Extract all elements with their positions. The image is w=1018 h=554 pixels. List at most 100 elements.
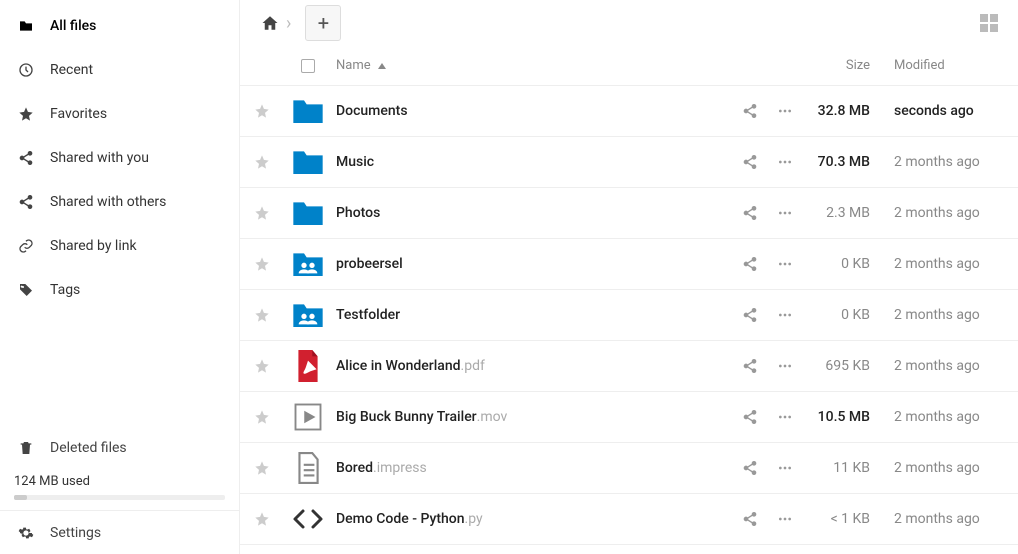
share-icon[interactable] (742, 154, 758, 170)
file-type-icon (292, 452, 324, 484)
file-name[interactable]: Alice in Wonderland.pdf (336, 358, 485, 374)
nav-item-recent[interactable]: Recent (0, 48, 239, 92)
share-icon[interactable] (742, 256, 758, 272)
more-icon[interactable] (776, 511, 794, 527)
table-row[interactable]: Demo Code - Python.py < 1 KB 2 months ago (240, 494, 1018, 545)
more-icon[interactable] (776, 205, 794, 221)
nav-item-label: Shared by link (50, 238, 137, 254)
share-icon[interactable] (742, 103, 758, 119)
file-name[interactable]: Documents (336, 103, 408, 119)
nav-settings-label: Settings (50, 525, 101, 541)
folder-icon (14, 18, 38, 34)
file-name[interactable]: Testfolder (336, 307, 400, 323)
more-icon[interactable] (776, 103, 794, 119)
file-name[interactable]: Music (336, 154, 374, 170)
new-button[interactable]: + (305, 5, 341, 41)
sort-asc-icon (377, 61, 387, 71)
column-header-name-label: Name (336, 58, 371, 73)
file-size: 11 KB (833, 460, 870, 476)
column-header-modified[interactable]: Modified (894, 58, 1004, 73)
nav-item-shared-by-link[interactable]: Shared by link (0, 224, 239, 268)
more-icon[interactable] (776, 460, 794, 476)
plus-icon: + (318, 11, 329, 35)
file-size: 10.5 MB (818, 409, 870, 425)
table-row[interactable]: Alice in Wonderland.pdf 695 KB 2 months ag… (240, 341, 1018, 392)
file-name[interactable]: Photos (336, 205, 380, 221)
file-type-icon (292, 401, 324, 433)
share-icon[interactable] (742, 460, 758, 476)
topbar: › + (240, 0, 1018, 46)
quota-block: 124 MB used (0, 468, 239, 510)
nav-item-tags[interactable]: Tags (0, 268, 239, 312)
nav-settings[interactable]: Settings (0, 510, 239, 554)
nav-item-label: Recent (50, 62, 93, 78)
favorite-star-icon[interactable] (254, 154, 270, 170)
file-type-icon (292, 299, 324, 331)
table-row[interactable]: probeersel0 KB2 months ago (240, 239, 1018, 290)
file-modified: 2 months ago (894, 460, 980, 476)
more-icon[interactable] (776, 307, 794, 323)
more-icon[interactable] (776, 256, 794, 272)
grid-cell-icon (990, 24, 998, 32)
star-icon (14, 106, 38, 122)
file-type-icon (292, 197, 324, 229)
file-name[interactable]: probeersel (336, 256, 403, 272)
sidebar: All filesRecentFavoritesShared with youS… (0, 0, 240, 554)
share-icon[interactable] (742, 205, 758, 221)
nav-item-shared-with-you[interactable]: Shared with you (0, 136, 239, 180)
table-row[interactable]: Big Buck Bunny Trailer.mov 10.5 MB 2 month… (240, 392, 1018, 443)
share-icon (14, 150, 38, 166)
table-row[interactable]: Bored.impress 11 KB 2 months ago (240, 443, 1018, 494)
link-icon (14, 238, 38, 254)
nav-item-all-files[interactable]: All files (0, 4, 239, 48)
file-modified: 2 months ago (894, 358, 980, 374)
share-icon[interactable] (742, 307, 758, 323)
favorite-star-icon[interactable] (254, 511, 270, 527)
nav-item-label: All files (50, 18, 96, 34)
main: › + Name Size Modified Documents32.8 MBs… (240, 0, 1018, 554)
file-modified: 2 months ago (894, 307, 980, 323)
view-toggle-grid[interactable] (980, 14, 998, 32)
favorite-star-icon[interactable] (254, 307, 270, 323)
table-row[interactable]: Music70.3 MB2 months ago (240, 137, 1018, 188)
more-icon[interactable] (776, 409, 794, 425)
nav-deleted-files[interactable]: Deleted files (0, 428, 239, 468)
quota-fill (14, 495, 27, 500)
file-type-icon (292, 95, 324, 127)
file-size: < 1 KB (831, 511, 870, 527)
file-name[interactable]: Bored.impress (336, 460, 427, 476)
file-modified: 2 months ago (894, 409, 980, 425)
nav-item-label: Favorites (50, 106, 107, 122)
file-type-icon (292, 350, 324, 382)
file-name[interactable]: Demo Code - Python.py (336, 511, 483, 527)
table-row[interactable]: Photos2.3 MB2 months ago (240, 188, 1018, 239)
trash-icon (14, 440, 38, 456)
select-all-checkbox[interactable] (301, 59, 315, 73)
share-icon[interactable] (742, 511, 758, 527)
breadcrumb-home[interactable] (260, 13, 280, 33)
share-icon[interactable] (742, 358, 758, 374)
favorite-star-icon[interactable] (254, 205, 270, 221)
more-icon[interactable] (776, 358, 794, 374)
file-modified: 2 months ago (894, 511, 980, 527)
nav-deleted-label: Deleted files (50, 440, 127, 456)
file-name[interactable]: Big Buck Bunny Trailer.mov (336, 409, 507, 425)
favorite-star-icon[interactable] (254, 358, 270, 374)
file-size: 32.8 MB (818, 103, 870, 119)
column-header-size[interactable]: Size (794, 58, 894, 73)
grid-cell-icon (980, 14, 988, 22)
favorite-star-icon[interactable] (254, 256, 270, 272)
table-row[interactable]: Testfolder0 KB2 months ago (240, 290, 1018, 341)
table-row[interactable]: Documents32.8 MBseconds ago (240, 86, 1018, 137)
more-icon[interactable] (776, 154, 794, 170)
nav-item-shared-with-others[interactable]: Shared with others (0, 180, 239, 224)
quota-text: 124 MB used (14, 474, 225, 489)
column-header-name[interactable]: Name (332, 58, 704, 73)
favorite-star-icon[interactable] (254, 409, 270, 425)
file-size: 695 KB (825, 358, 870, 374)
share-icon[interactable] (742, 409, 758, 425)
nav-item-favorites[interactable]: Favorites (0, 92, 239, 136)
favorite-star-icon[interactable] (254, 103, 270, 119)
file-type-icon (292, 146, 324, 178)
favorite-star-icon[interactable] (254, 460, 270, 476)
